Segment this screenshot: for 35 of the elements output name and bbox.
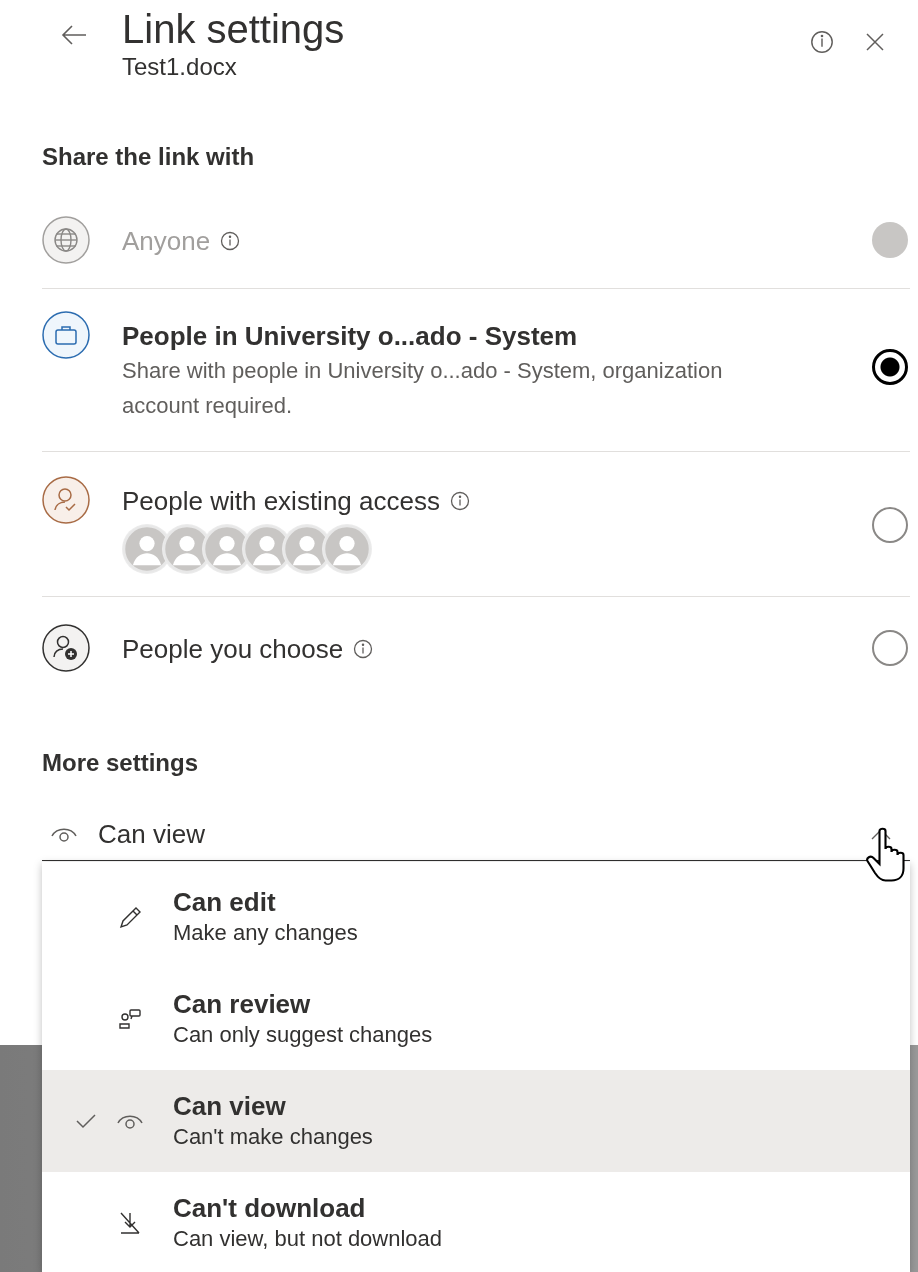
person-add-icon bbox=[42, 624, 90, 672]
check-icon bbox=[75, 1113, 97, 1129]
globe-icon bbox=[42, 216, 90, 264]
menu-item-description: Can view, but not download bbox=[173, 1225, 443, 1253]
menu-item[interactable]: Can view Can't make changes bbox=[42, 1070, 910, 1172]
menu-item-description: Make any changes bbox=[173, 919, 358, 947]
menu-item[interactable]: Can't download Can view, but not download bbox=[42, 1172, 910, 1272]
back-arrow-icon bbox=[60, 24, 88, 46]
menu-item-description: Can only suggest changes bbox=[173, 1021, 433, 1049]
panel-title: Link settings bbox=[122, 6, 346, 52]
file-name: Test1.docx bbox=[122, 52, 238, 82]
close-icon bbox=[864, 31, 886, 53]
menu-item-title: Can't download bbox=[173, 1192, 367, 1224]
person-check-icon bbox=[42, 476, 90, 524]
radio-button[interactable] bbox=[872, 630, 908, 666]
option-label: People in University o...ado - System bbox=[122, 320, 578, 353]
option-label: People with existing access bbox=[122, 485, 440, 518]
menu-item-description: Can't make changes bbox=[173, 1123, 373, 1151]
briefcase-icon bbox=[42, 311, 90, 359]
radio-button[interactable] bbox=[872, 507, 908, 543]
menu-item[interactable]: Can review Can only suggest changes bbox=[42, 968, 910, 1070]
section-heading: More settings bbox=[42, 748, 200, 778]
option-label: People you choose bbox=[122, 633, 344, 666]
menu-item-title: Can edit bbox=[173, 886, 277, 918]
menu-item-title: Can view bbox=[173, 1090, 287, 1122]
radio-button[interactable] bbox=[872, 349, 908, 385]
avatar bbox=[322, 524, 372, 574]
info-icon[interactable] bbox=[353, 639, 374, 659]
info-icon[interactable] bbox=[449, 491, 470, 511]
info-icon bbox=[810, 30, 834, 54]
option-label: Anyone bbox=[122, 225, 211, 258]
menu-item-title: Can review bbox=[173, 988, 312, 1020]
option-description: Share with people in University o...ado - System, organization account required. bbox=[122, 357, 724, 420]
section-heading: Share the link with bbox=[42, 142, 256, 172]
menu-item[interactable]: Can edit Make any changes bbox=[42, 866, 910, 968]
